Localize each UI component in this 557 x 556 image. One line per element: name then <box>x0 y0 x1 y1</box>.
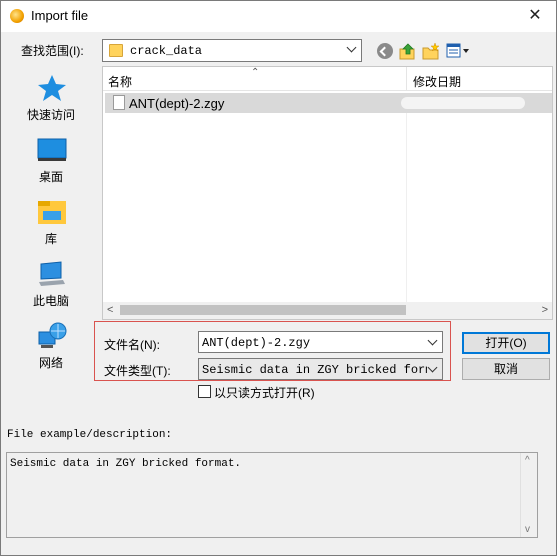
scroll-left-icon[interactable]: < <box>107 304 113 316</box>
title-bar: Import file ✕ <box>1 1 556 32</box>
column-date-modified[interactable]: 修改日期 <box>413 73 461 90</box>
place-quick-access[interactable]: 快速访问 <box>4 68 98 126</box>
horizontal-scrollbar[interactable]: < > <box>103 302 552 319</box>
close-icon: ✕ <box>528 7 542 24</box>
network-icon <box>37 322 67 350</box>
import-file-dialog: Import file ✕ 查找范围(I): crack_data 快速访问 桌… <box>0 0 557 556</box>
description-label: File example/description: <box>7 429 173 441</box>
filename-label: 文件名(N): <box>104 338 160 352</box>
computer-icon <box>37 260 67 288</box>
filename-value: ANT(dept)-2.zgy <box>202 336 311 350</box>
filename-input[interactable]: ANT(dept)-2.zgy <box>198 331 443 353</box>
app-icon <box>10 9 24 23</box>
scroll-right-icon[interactable]: > <box>542 304 548 316</box>
lookin-value: crack_data <box>130 44 203 58</box>
table-row[interactable]: ANT(dept)-2.zgy <box>105 93 552 113</box>
new-folder-icon[interactable] <box>422 42 440 60</box>
description-text: Seismic data in ZGY bricked format. <box>10 458 242 470</box>
folder-icon <box>109 44 123 57</box>
scroll-up-icon[interactable]: ^ <box>525 455 530 466</box>
lookin-label: 查找范围(I): <box>21 44 84 58</box>
column-name[interactable]: 名称 <box>108 73 132 90</box>
place-library[interactable]: 库 <box>4 192 98 250</box>
library-icon <box>37 198 67 226</box>
file-list[interactable]: ⌃ 名称 修改日期 ANT(dept)-2.zgy < > <box>102 66 553 320</box>
place-this-pc[interactable]: 此电脑 <box>4 254 98 312</box>
window-title: Import file <box>31 8 89 23</box>
chevron-down-icon <box>346 43 358 55</box>
chevron-down-icon[interactable] <box>427 336 439 348</box>
scroll-thumb[interactable] <box>120 305 406 315</box>
place-network[interactable]: 网络 <box>4 316 98 374</box>
lookin-dropdown[interactable]: crack_data <box>102 39 362 62</box>
desktop-icon <box>37 136 67 164</box>
cancel-button[interactable]: 取消 <box>462 358 550 380</box>
scroll-down-icon[interactable]: v <box>525 524 530 535</box>
column-divider-line <box>406 113 407 303</box>
sort-ascending-icon: ⌃ <box>251 67 260 78</box>
readonly-checkbox[interactable] <box>198 385 211 398</box>
star-icon <box>37 74 67 102</box>
filetype-value: Seismic data in ZGY bricked format (* <box>202 363 427 377</box>
file-icon <box>113 95 125 110</box>
view-menu-icon[interactable] <box>446 43 472 59</box>
vertical-scrollbar[interactable]: ^ v <box>520 453 537 537</box>
open-button[interactable]: 打开(O) <box>462 332 550 354</box>
column-divider[interactable] <box>406 67 407 91</box>
places-bar: 快速访问 桌面 库 此电脑 网络 <box>4 66 98 424</box>
readonly-label: 以只读方式打开(R) <box>214 386 315 400</box>
filetype-label: 文件类型(T): <box>104 364 171 378</box>
column-header: ⌃ 名称 修改日期 <box>103 67 552 91</box>
description-box: Seismic data in ZGY bricked format. ^ v <box>6 452 538 538</box>
chevron-down-icon <box>427 363 439 375</box>
close-button[interactable]: ✕ <box>520 7 550 27</box>
filetype-select[interactable]: Seismic data in ZGY bricked format (* <box>198 358 443 380</box>
up-folder-icon[interactable] <box>399 43 415 60</box>
back-icon[interactable] <box>377 43 393 59</box>
place-desktop[interactable]: 桌面 <box>4 130 98 188</box>
file-name: ANT(dept)-2.zgy <box>129 96 225 111</box>
file-date-redacted <box>401 97 525 109</box>
